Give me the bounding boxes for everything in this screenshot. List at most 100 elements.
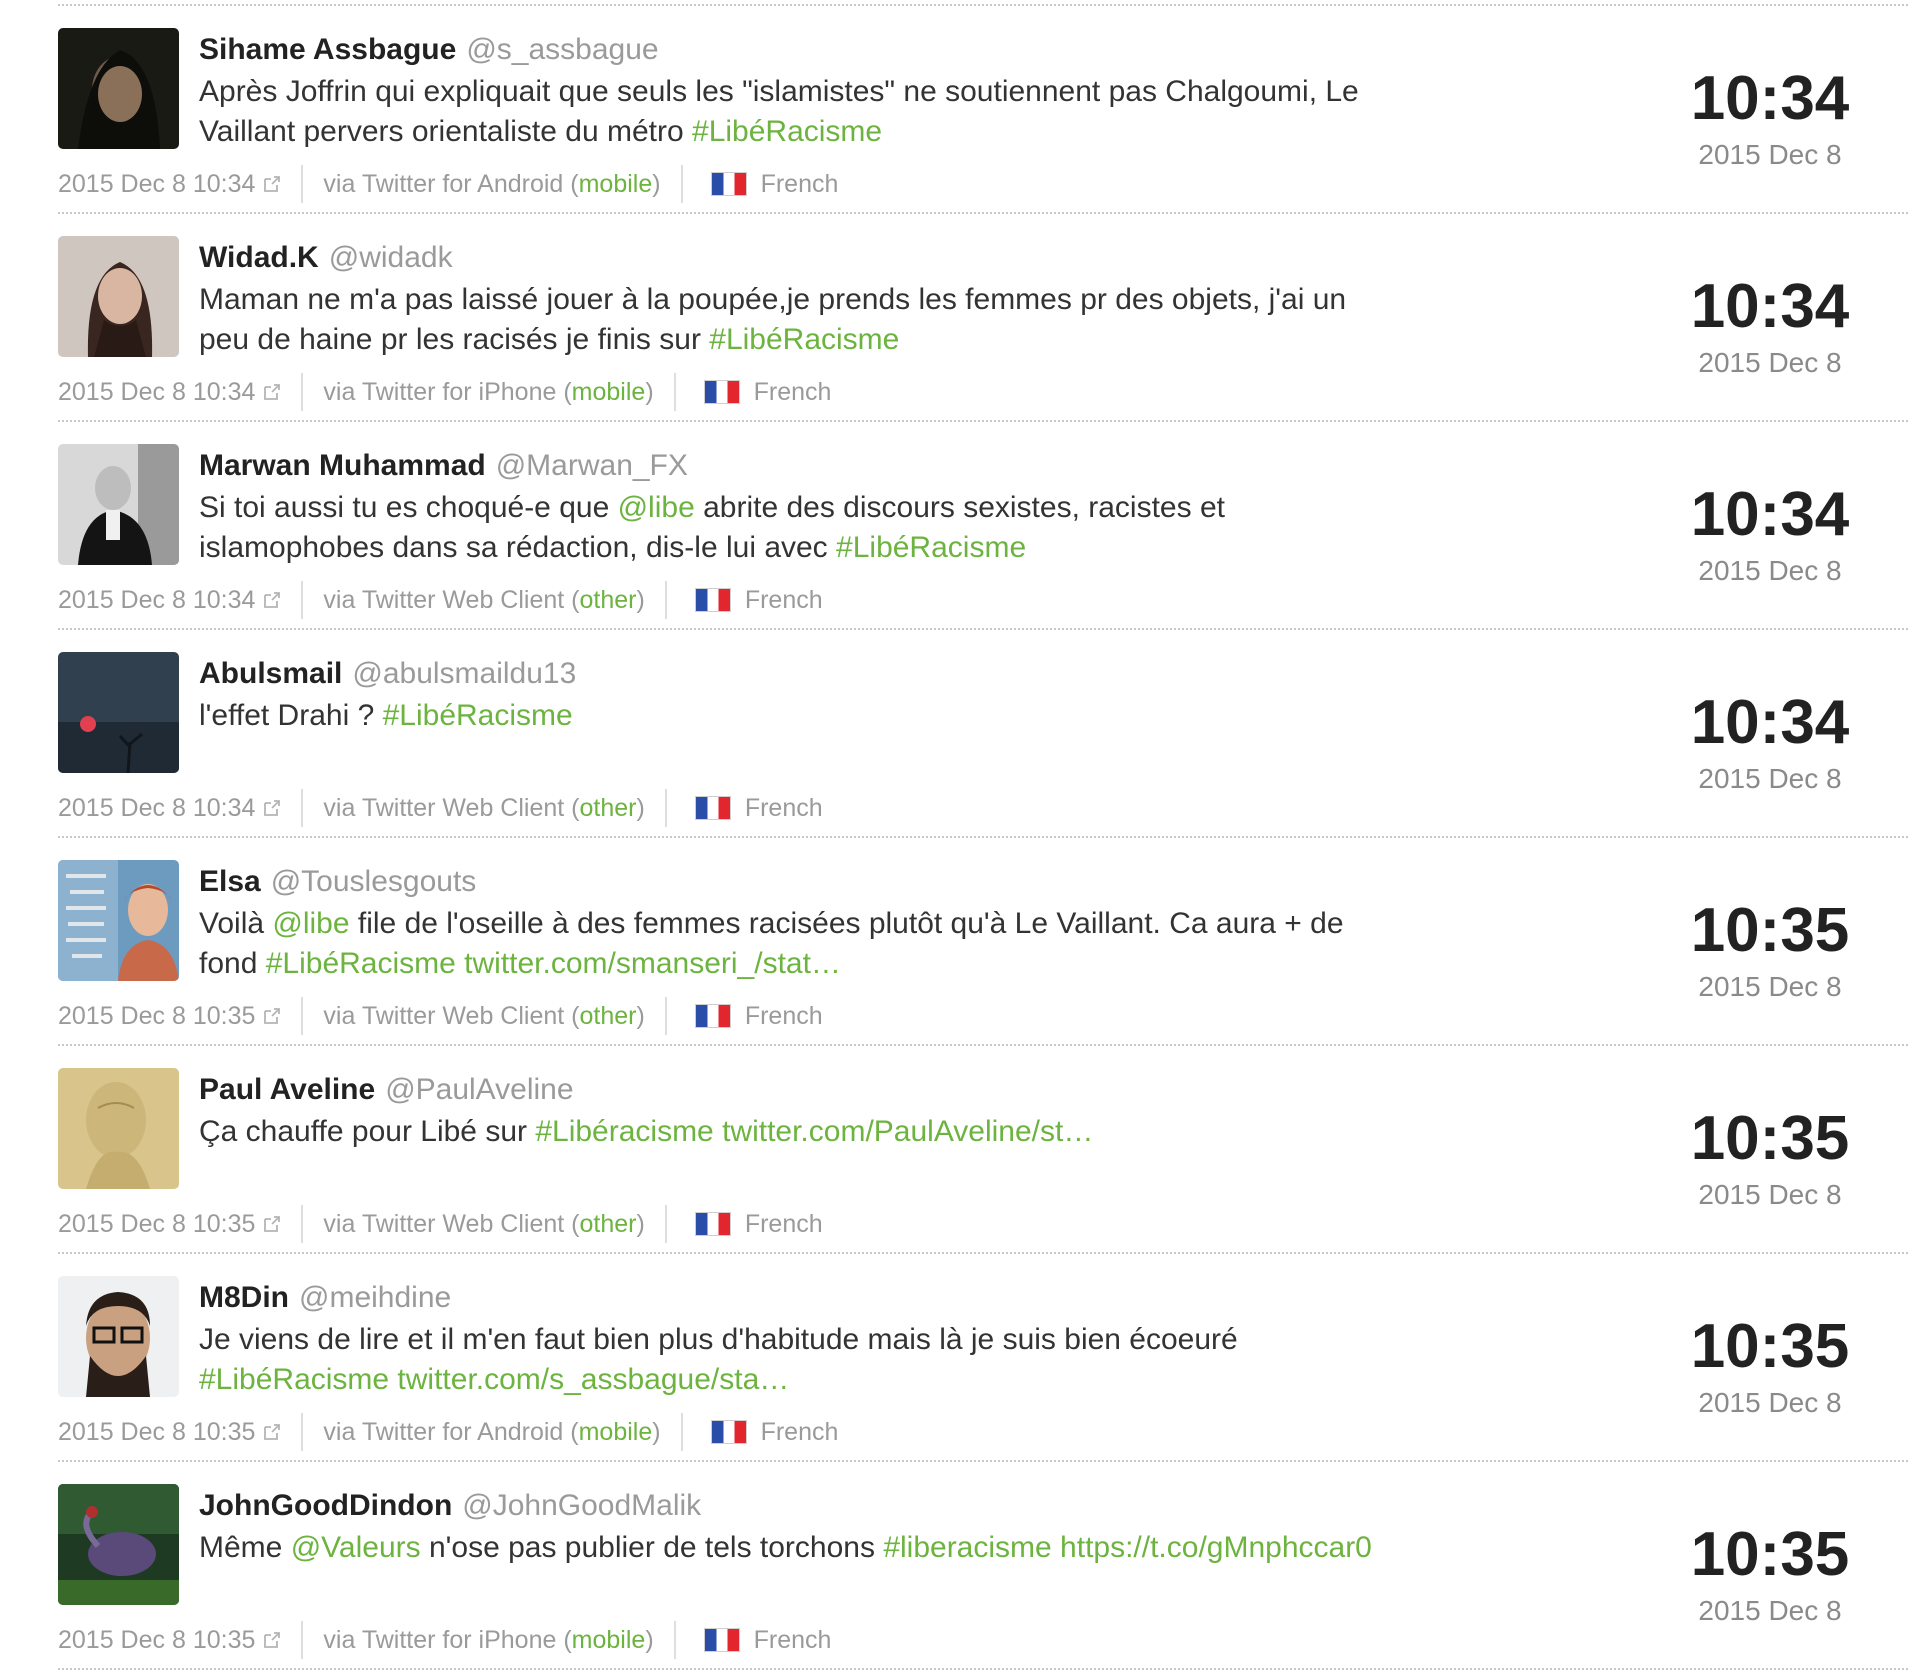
source-type-link[interactable]: mobile: [572, 1626, 646, 1654]
source-type-link[interactable]: other: [580, 1210, 637, 1238]
author-name[interactable]: Abulsmail: [199, 657, 342, 690]
tweet-source: via Twitter for Android (mobile): [323, 1418, 660, 1447]
source-close: ): [645, 377, 654, 406]
hashtag-link[interactable]: #Libéracisme twitter.com/PaulAveline/st…: [535, 1115, 1093, 1148]
source-type-link[interactable]: other: [580, 1002, 637, 1030]
source-type-link[interactable]: other: [580, 586, 637, 614]
tweet-timestamp-link[interactable]: 2015 Dec 8 10:34: [58, 170, 255, 199]
tweet-timestamp-link[interactable]: 2015 Dec 8 10:34: [58, 586, 255, 615]
tweet-timestamp-link[interactable]: 2015 Dec 8 10:35: [58, 1626, 255, 1655]
tweet-header: M8Din @meihdine: [199, 1280, 451, 1316]
author-name[interactable]: JohnGoodDindon: [199, 1489, 452, 1522]
meta-separator: [301, 1413, 304, 1451]
author-name[interactable]: M8Din: [199, 1281, 289, 1314]
external-link-icon[interactable]: [263, 1423, 281, 1441]
tweet-item: Abulsmail @abulsmaildu13 l'effet Drahi ? …: [0, 630, 1916, 838]
tweet-timestamp-link[interactable]: 2015 Dec 8 10:35: [58, 1210, 255, 1239]
meta-separator: [664, 1205, 667, 1243]
tweet-timestamp-link[interactable]: 2015 Dec 8 10:34: [58, 794, 255, 823]
avatar-sepia-sketch[interactable]: [58, 1068, 179, 1189]
hashtag-link[interactable]: #LibéRacisme: [709, 323, 899, 356]
tweet-meta: 2015 Dec 8 10:35 via Twitter Web Client …: [58, 1204, 823, 1244]
avatar-turkey-bird[interactable]: [58, 1484, 179, 1605]
tweet-meta: 2015 Dec 8 10:34 via Twitter for Android…: [58, 164, 838, 204]
external-link-icon[interactable]: [263, 1631, 281, 1649]
author-name[interactable]: Elsa: [199, 865, 261, 898]
author-handle[interactable]: @Touslesgouts: [271, 865, 477, 898]
author-handle[interactable]: @s_assbague: [466, 33, 658, 66]
source-client: via Twitter Web Client (: [323, 793, 580, 822]
author-handle[interactable]: @JohnGoodMalik: [462, 1489, 701, 1522]
source-client: via Twitter for Android (: [323, 169, 579, 198]
tweet-header: Abulsmail @abulsmaildu13: [199, 656, 576, 692]
tweet-clock-time: 10:35: [1690, 1312, 1850, 1381]
meta-separator: [680, 165, 683, 203]
hashtag-link[interactable]: #LibéRacisme: [692, 115, 882, 148]
meta-separator: [664, 997, 667, 1035]
tweet-meta: 2015 Dec 8 10:35 via Twitter for Android…: [58, 1412, 838, 1452]
author-name[interactable]: Marwan Muhammad: [199, 449, 486, 482]
tweet-timestamp-link[interactable]: 2015 Dec 8 10:35: [58, 1002, 255, 1031]
meta-separator: [301, 165, 304, 203]
avatar-book-cover[interactable]: [58, 860, 179, 981]
french-flag-icon: [694, 588, 731, 612]
tweet-source: via Twitter Web Client (other): [323, 794, 644, 823]
hashtag-link[interactable]: #LibéRacisme: [836, 531, 1026, 564]
tweet-timestamp-link[interactable]: 2015 Dec 8 10:34: [58, 378, 255, 407]
tweet-text: Voilà @libe file de l'oseille à des femm…: [199, 904, 1399, 984]
source-type-link[interactable]: mobile: [579, 1418, 653, 1446]
source-client: via Twitter Web Client (: [323, 585, 580, 614]
tweet-text: l'effet Drahi ? #LibéRacisme: [199, 696, 1399, 736]
tweet-text: Même @Valeurs n'ose pas publier de tels …: [199, 1528, 1399, 1568]
avatar-man-glasses[interactable]: [58, 1276, 179, 1397]
avatar-dusk-sky[interactable]: [58, 652, 179, 773]
tweet-language: French: [744, 1209, 823, 1238]
source-type-link[interactable]: mobile: [572, 378, 646, 406]
tweet-language: French: [760, 169, 839, 198]
avatar-dark-portrait[interactable]: [58, 28, 179, 149]
author-handle[interactable]: @PaulAveline: [385, 1073, 573, 1106]
tweet-item: Paul Aveline @PaulAveline Ça chauffe pour…: [0, 1046, 1916, 1254]
tweet-source: via Twitter for iPhone (mobile): [323, 378, 653, 407]
author-handle[interactable]: @abulsmaildu13: [352, 657, 576, 690]
tweet-source: via Twitter for Android (mobile): [323, 170, 660, 199]
hashtag-link[interactable]: #LibéRacisme twitter.com/smanseri_/stat…: [266, 947, 841, 980]
author-handle[interactable]: @widadk: [329, 241, 453, 274]
external-link-icon[interactable]: [263, 1215, 281, 1233]
source-type-link[interactable]: mobile: [579, 170, 653, 198]
external-link-icon[interactable]: [263, 175, 281, 193]
avatar-bw-portrait[interactable]: [58, 444, 179, 565]
external-link-icon[interactable]: [263, 591, 281, 609]
tweet-meta: 2015 Dec 8 10:34 via Twitter Web Client …: [58, 580, 823, 620]
hashtag-link[interactable]: #LibéRacisme: [383, 699, 573, 732]
tweet-clock-time: 10:35: [1690, 1104, 1850, 1173]
mention-link[interactable]: @libe: [272, 907, 349, 940]
tweet-clock-time: 10:34: [1690, 480, 1850, 549]
tweet-clock-date: 2015 Dec 8: [1698, 763, 1842, 794]
author-name[interactable]: Sihame Assbague: [199, 33, 456, 66]
tweet-clock-time: 10:34: [1690, 272, 1850, 341]
hashtag-link[interactable]: #liberacisme https://t.co/gMnphccar0: [883, 1531, 1372, 1564]
tweet-clock-date: 2015 Dec 8: [1698, 971, 1842, 1002]
tweet-meta: 2015 Dec 8 10:35 via Twitter Web Client …: [58, 996, 823, 1036]
avatar-woman-portrait[interactable]: [58, 236, 179, 357]
french-flag-icon: [694, 1004, 731, 1028]
external-link-icon[interactable]: [263, 799, 281, 817]
tweet-meta: 2015 Dec 8 10:34 via Twitter for iPhone …: [58, 372, 831, 412]
author-handle[interactable]: @meihdine: [299, 1281, 451, 1314]
author-name[interactable]: Paul Aveline: [199, 1073, 375, 1106]
french-flag-icon: [710, 1420, 747, 1444]
hashtag-link[interactable]: #LibéRacisme twitter.com/s_assbague/sta…: [199, 1363, 789, 1396]
external-link-icon[interactable]: [263, 383, 281, 401]
source-type-link[interactable]: other: [580, 794, 637, 822]
meta-separator: [301, 373, 304, 411]
tweet-timestamp-link[interactable]: 2015 Dec 8 10:35: [58, 1418, 255, 1447]
meta-separator: [664, 789, 667, 827]
mention-link[interactable]: @Valeurs: [291, 1531, 421, 1564]
external-link-icon[interactable]: [263, 1007, 281, 1025]
meta-separator: [301, 789, 304, 827]
mention-link[interactable]: @libe: [618, 491, 695, 524]
author-name[interactable]: Widad.K: [199, 241, 319, 274]
meta-separator: [680, 1413, 683, 1451]
author-handle[interactable]: @Marwan_FX: [496, 449, 688, 482]
